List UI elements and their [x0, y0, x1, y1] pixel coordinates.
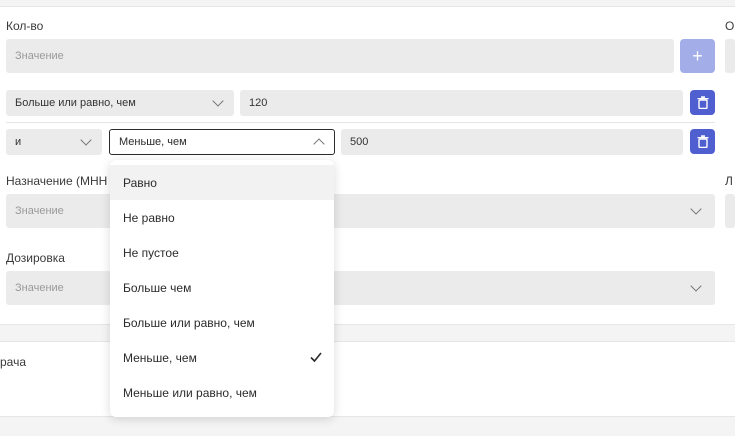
dropdown-option-not-equal[interactable]: Не равно [110, 200, 334, 235]
delete-condition-2-button[interactable] [690, 129, 715, 154]
qty-label: Кол-во [6, 19, 44, 33]
dropdown-option-greater-or-equal[interactable]: Больше или равно, чем [110, 305, 334, 340]
dosage-label: Дозировка [6, 251, 65, 265]
option-label: Не пустое [123, 245, 179, 260]
dropdown-option-greater[interactable]: Больше чем [110, 270, 334, 305]
condition-divider [6, 122, 715, 123]
option-label: Меньше, чем [123, 350, 197, 365]
operator-dropdown-menu: Равно Не равно Не пустое Больше чем Боль… [110, 160, 334, 417]
cut-field-right-2[interactable] [725, 194, 735, 228]
dropdown-option-not-empty[interactable]: Не пустое [110, 235, 334, 270]
checkmark-icon [310, 352, 322, 363]
chevron-down-icon [212, 95, 224, 107]
option-label: Больше чем [123, 280, 192, 295]
chevron-down-icon [690, 280, 702, 292]
doctor-section-label: рача [0, 355, 27, 369]
dropdown-option-less[interactable]: Меньше, чем [110, 340, 334, 375]
option-label: Меньше или равно, чем [123, 385, 257, 400]
purpose-label: Назначение (МНН [6, 174, 108, 188]
condition-1-operator-value: Больше или равно, чем [15, 97, 136, 109]
chevron-up-icon [313, 138, 325, 150]
qty-input[interactable]: Значение [6, 39, 674, 73]
section-separator-bottom [0, 416, 735, 436]
dropdown-option-equal[interactable]: Равно [110, 165, 334, 200]
condition-2-logic-select[interactable]: и [6, 129, 102, 155]
trash-icon [697, 135, 708, 148]
condition-1-value-input[interactable]: 120 [240, 90, 683, 116]
top-strip [0, 0, 735, 7]
add-condition-button[interactable]: + [680, 39, 715, 73]
purpose-placeholder: Значение [15, 205, 64, 217]
dosage-placeholder: Значение [15, 282, 64, 294]
cut-field-right-1[interactable] [725, 39, 735, 73]
chevron-down-icon [80, 134, 92, 146]
trash-icon [697, 96, 708, 109]
delete-condition-1-button[interactable] [690, 90, 715, 115]
option-label: Не равно [123, 210, 175, 225]
chevron-down-icon [690, 203, 702, 215]
option-label: Равно [123, 175, 157, 190]
condition-2-value-input[interactable]: 500 [341, 129, 683, 155]
dropdown-option-less-or-equal[interactable]: Меньше или равно, чем [110, 375, 334, 410]
condition-2-operator-value: Меньше, чем [119, 136, 187, 148]
cut-label-right-2: Л [725, 174, 733, 188]
option-label: Больше или равно, чем [123, 315, 255, 330]
condition-2-operator-select[interactable]: Меньше, чем [109, 129, 335, 155]
condition-1-operator-select[interactable]: Больше или равно, чем [6, 90, 234, 116]
cut-label-right-1: О [725, 19, 735, 33]
condition-2-logic-value: и [15, 136, 22, 148]
